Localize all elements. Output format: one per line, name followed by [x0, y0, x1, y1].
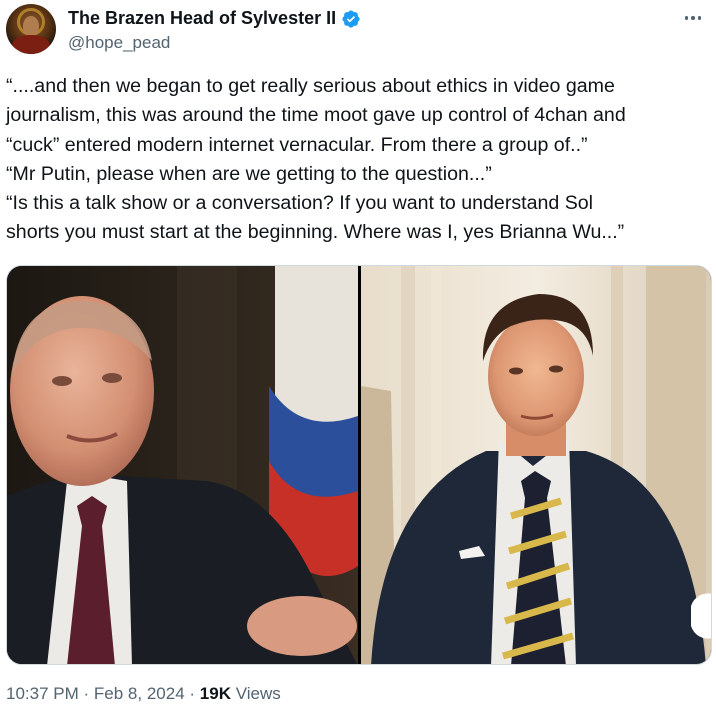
- verified-badge-icon[interactable]: [341, 9, 361, 29]
- author-handle[interactable]: @hope_pead: [68, 33, 170, 53]
- tweet-time[interactable]: 10:37 PM: [6, 684, 79, 703]
- left-photo-illustration: [7, 266, 358, 664]
- right-photo-illustration: [361, 266, 711, 664]
- tweet-media[interactable]: [6, 265, 712, 665]
- more-dot: [691, 16, 695, 20]
- tweet-text: “....and then we began to get really ser…: [6, 72, 710, 248]
- media-image-left[interactable]: [7, 266, 358, 664]
- more-options-icon[interactable]: [680, 8, 706, 28]
- tweet-line: “....and then we began to get really ser…: [6, 75, 615, 97]
- views-label: Views: [235, 684, 281, 703]
- more-dot: [684, 16, 689, 20]
- author-avatar[interactable]: [6, 4, 56, 54]
- tweet-line: “Is this a talk show or a conversation? …: [6, 192, 594, 215]
- meta-separator: ·: [189, 684, 196, 703]
- tweet-line: journalism, this was around the time moo…: [6, 104, 626, 127]
- avatar-robe: [12, 35, 50, 54]
- tweet-meta: 10:37 PM · Feb 8, 2024 · 19K Views: [6, 684, 281, 704]
- tweet-date[interactable]: Feb 8, 2024: [94, 684, 185, 703]
- tweet-line: “cuck” entered modern internet vernacula…: [6, 133, 588, 156]
- tweet-header: The Brazen Head of Sylvester II @hope_pe…: [6, 4, 710, 56]
- author-name-row: The Brazen Head of Sylvester II: [68, 8, 361, 29]
- tweet-line: shorts you must start at the beginning. …: [6, 221, 625, 244]
- avatar-face: [23, 16, 39, 36]
- meta-separator: ·: [83, 684, 90, 703]
- views-count: 19K: [199, 684, 231, 703]
- media-image-right[interactable]: [361, 266, 711, 664]
- more-dot: [697, 16, 702, 20]
- tweet-line: “Mr Putin, please when are we getting to…: [6, 162, 492, 185]
- author-display-name[interactable]: The Brazen Head of Sylvester II: [68, 8, 336, 29]
